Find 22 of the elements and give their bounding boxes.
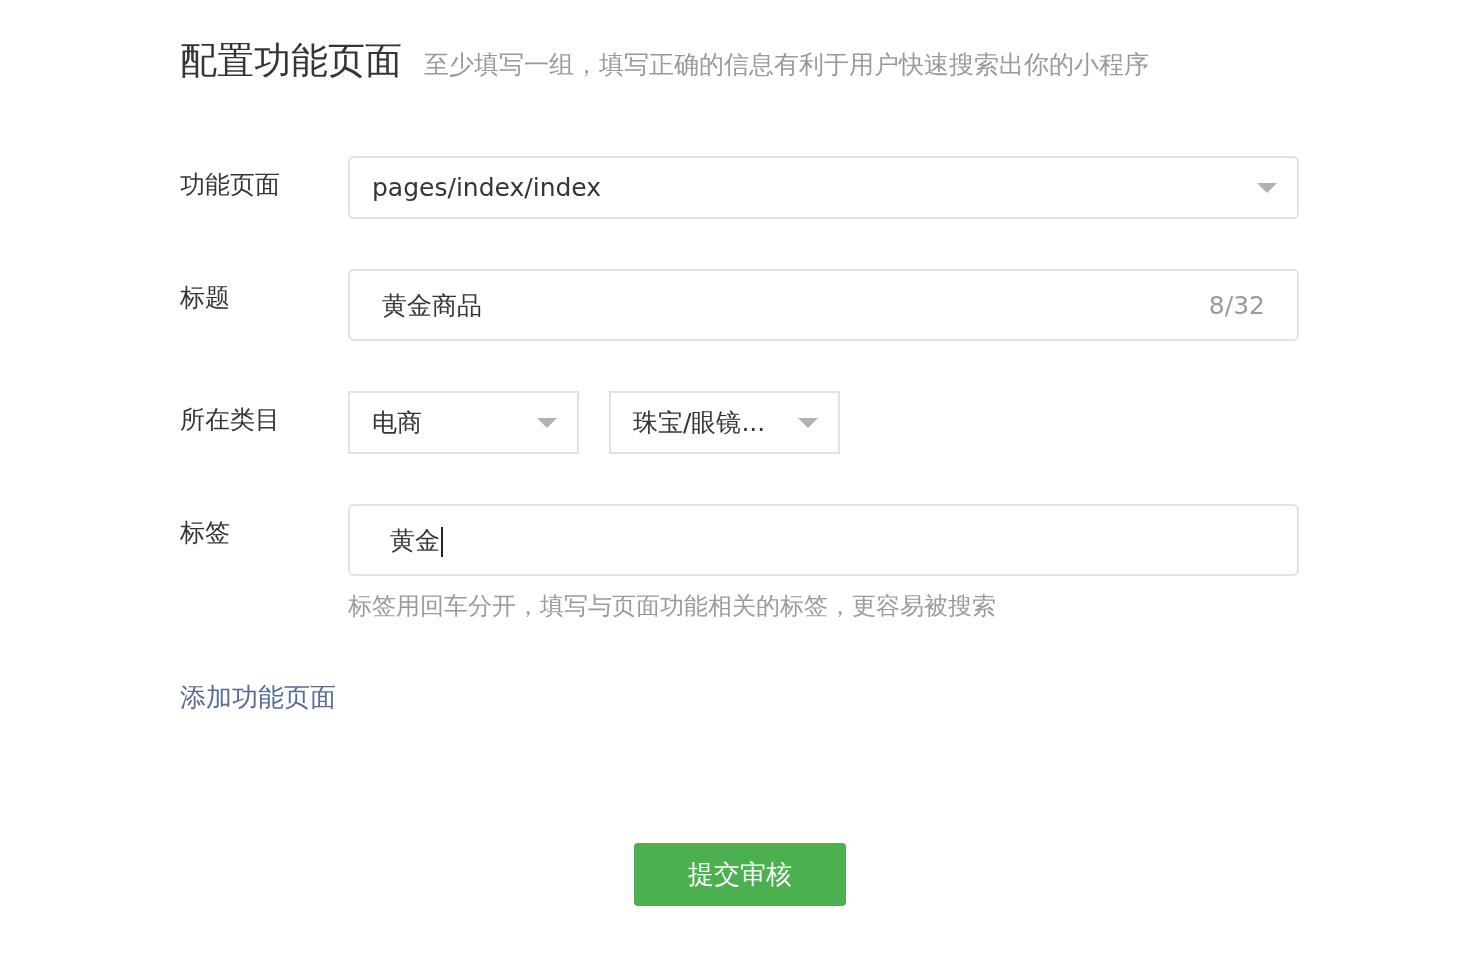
page-title: 配置功能页面 [180,38,402,84]
field-label: 标题 [180,282,231,314]
field-label: 所在类目 [180,404,281,436]
caret-icon [537,417,557,428]
field-label: 标签 [180,517,231,549]
select-value: pages/index/index [372,173,602,202]
caret-icon [1257,182,1277,193]
page-subtitle: 至少填写一组，填写正确的信息有利于用户快速搜索出你的小程序 [424,49,1149,81]
input-value: 黄金 [390,523,443,557]
select-value: 电商 [372,407,422,439]
title-input[interactable]: 黄金商品 8/32 [348,269,1299,341]
input-value: 黄金商品 [382,289,482,322]
category-select[interactable]: 电商 [348,391,579,454]
hint-text: 标签用回车分开，填写与页面功能相关的标签，更容易被搜索 [348,591,997,622]
field-label: 功能页面 [180,169,281,201]
select-value: 珠宝/眼镜... [633,407,766,439]
add-page-link[interactable]: 添加功能页面 [180,680,336,715]
category-select[interactable]: 珠宝/眼镜... [609,391,840,454]
page-select[interactable]: pages/index/index [348,156,1299,219]
tag-input[interactable]: 黄金 [348,504,1299,576]
char-counter: 8/32 [1208,290,1265,320]
caret-icon [798,417,818,428]
